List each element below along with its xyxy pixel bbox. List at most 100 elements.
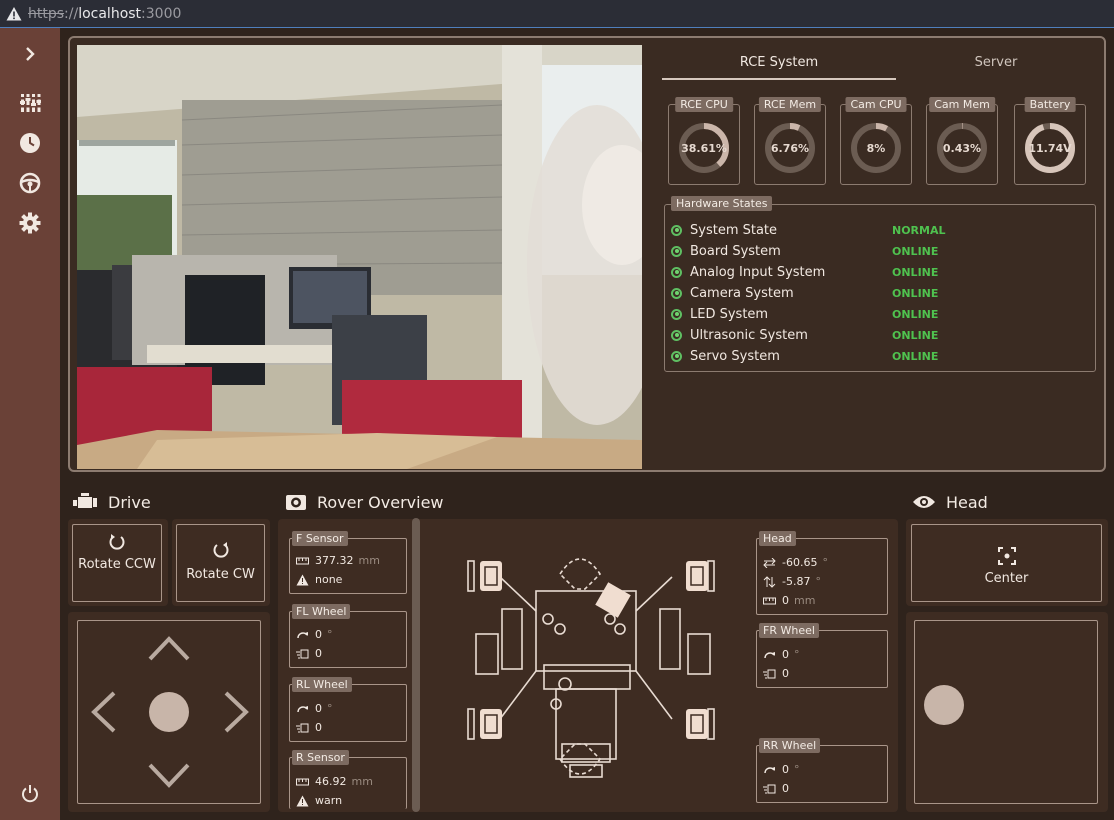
drive-pad [91,636,249,788]
sidebar-item-controls[interactable] [18,91,42,115]
ruler-icon [296,778,309,785]
sidebar-item-settings[interactable] [18,211,42,235]
rotate-icon [764,651,775,658]
unit-degree: ° [327,628,333,641]
expand-sidebar-button[interactable] [18,42,42,66]
system-panel: RCE System Server RCE CPU 38.61% RCE Mem… [68,36,1106,472]
rr-wheel-label: RR Wheel [759,738,821,753]
status-dot-icon [671,224,682,236]
status-dot-icon [671,287,682,299]
center-button[interactable]: Center [911,524,1102,602]
head-distance: 0 [782,594,789,607]
eye-icon [913,496,935,508]
tab-rce-system[interactable]: RCE System [662,52,896,80]
chevron-up-icon [148,636,190,661]
rl-wheel-label: RL Wheel [292,677,352,692]
head-tilt: -5.87 [782,575,811,588]
sidebar [0,28,60,820]
f-sensor-distance: 377.32 [315,554,354,567]
gauge-battery: Battery 11.74V [1014,97,1086,185]
power-button[interactable] [18,782,42,806]
rr-wheel-panel: RR Wheel 0 ° 0 [756,738,888,803]
engine-icon [73,493,97,508]
focus-center-icon [997,547,1016,565]
hw-name: System State [690,222,778,238]
status-dot-icon [671,329,682,341]
rotate-cw-label: Rotate CW [186,567,255,582]
unit-degree: ° [794,763,800,776]
gauge-label: Cam Mem [929,97,995,112]
hardware-states-panel: Hardware States System State NORMAL Board… [664,196,1096,372]
rotate-cw-icon [213,542,228,558]
hw-status: ONLINE [892,244,939,258]
fr-wheel-panel: FR Wheel 0 ° 0 [756,623,888,688]
hw-row-analog-input: Analog Input System ONLINE [671,262,1091,282]
hw-status: ONLINE [892,349,939,363]
url-host: localhost [78,5,142,22]
drive-header: Drive [72,490,151,514]
warning-icon [296,795,309,806]
gauge-value: 0.43% [943,142,981,155]
joystick-knob [149,692,189,732]
warning-icon [6,6,22,20]
fr-wheel-label: FR Wheel [759,623,819,638]
sidebar-item-drive[interactable] [18,171,42,195]
fl-wheel-angle: 0 [315,628,322,641]
hw-status: ONLINE [892,265,939,279]
speed-icon [763,784,776,793]
overview-scrollbar[interactable] [412,518,420,812]
url-port: :3000 [141,5,182,22]
gear-icon [19,212,41,234]
drive-joystick-card [68,612,270,812]
status-dot-icon [671,266,682,278]
tab-server[interactable]: Server [896,52,1096,80]
r-sensor-warning: warn [315,794,343,807]
ruler-icon [763,597,776,604]
status-dot-icon [671,350,682,362]
rotate-ccw-button[interactable]: Rotate CCW [72,524,162,602]
rr-wheel-speed: 0 [782,782,789,795]
rover-overview-card: F Sensor 377.32 mm none FL Wheel 0 ° 0 RL … [278,519,898,812]
rover-overview-title: Rover Overview [317,492,444,512]
gauge-value: 8% [867,142,886,155]
fl-wheel-speed: 0 [315,647,322,660]
rr-wheel-angle: 0 [782,763,789,776]
unit-degree: ° [794,648,800,661]
gauge-label: Cam CPU [845,97,907,112]
rotate-cw-button[interactable]: Rotate CW [176,524,265,602]
rotate-icon [764,766,775,773]
tilt-arrows-icon [763,575,776,588]
head-info-panel: Head -60.65 ° -5.87 ° 0 mm [756,531,888,615]
drive-joystick[interactable] [77,620,261,804]
hw-name: Ultrasonic System [690,327,808,343]
gauge-label: RCE Mem [758,97,822,112]
ruler-icon [296,557,309,564]
hw-status: ONLINE [892,286,939,300]
f-sensor-label: F Sensor [292,531,348,546]
f-sensor-warning: none [315,573,343,586]
gauge-cam-mem: Cam Mem 0.43% [926,97,998,185]
r-sensor-panel: R Sensor 46.92 mm warn [289,750,407,809]
gauge-ring: 6.76% [765,123,815,173]
speed-icon [763,669,776,678]
head-center-card: Center [906,519,1108,606]
rover-overview-header: Rover Overview [285,490,444,514]
r-sensor-label: R Sensor [292,750,349,765]
steering-wheel-icon [19,172,41,194]
hw-name: Board System [690,243,781,259]
address-bar[interactable]: https://localhost:3000 [0,0,1114,28]
sidebar-item-history[interactable] [18,131,42,155]
chevron-down-icon [148,763,190,788]
chevron-right-icon [26,47,35,61]
power-icon [22,785,38,803]
gauge-cam-cpu: Cam CPU 8% [840,97,912,185]
rotate-cw-card: Rotate CW [172,519,270,606]
head-joystick-card [906,612,1108,812]
fr-wheel-speed: 0 [782,667,789,680]
head-joystick[interactable] [914,620,1098,804]
warning-icon [296,574,309,585]
rl-wheel-speed: 0 [315,721,322,734]
rotate-ccw-card: Rotate CCW [68,519,168,606]
rotate-ccw-icon [109,534,125,550]
hw-status: ONLINE [892,328,939,342]
